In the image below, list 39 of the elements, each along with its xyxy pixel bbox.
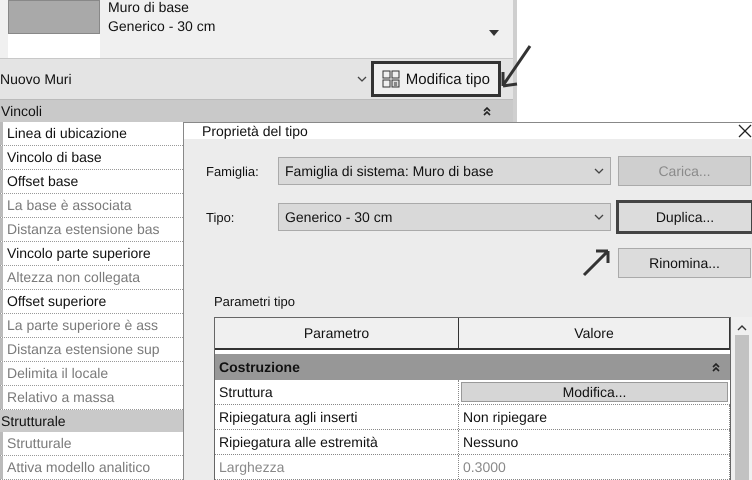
parameter-cell: Larghezza bbox=[215, 455, 459, 479]
field-label: Tipo: bbox=[206, 210, 236, 224]
group-title: Strutturale bbox=[1, 413, 66, 429]
dialog-button[interactable]: Duplica... bbox=[616, 200, 752, 234]
type-select[interactable]: Famiglia di sistema: Muro di base bbox=[278, 157, 611, 185]
group-title: Costruzione bbox=[219, 359, 300, 375]
group-title: Vincoli bbox=[1, 103, 42, 119]
dropdown-icon[interactable] bbox=[489, 30, 499, 36]
chevron-down-icon[interactable] bbox=[356, 76, 367, 82]
group-header[interactable]: Vincoli bbox=[0, 100, 513, 122]
arrow-icon bbox=[581, 248, 611, 278]
grid-icon bbox=[382, 70, 400, 88]
parameter-cell: Struttura bbox=[215, 380, 459, 404]
field-label: Famiglia: bbox=[206, 164, 260, 178]
scroll-up-icon[interactable] bbox=[737, 325, 748, 331]
column-header[interactable]: Parametro bbox=[215, 318, 459, 348]
parameter-cell: Ripiegatura agli inserti bbox=[215, 405, 459, 429]
chevron-down-icon[interactable] bbox=[594, 214, 604, 220]
column-header[interactable]: Valore bbox=[459, 318, 730, 348]
dialog-title: Proprietà del tipo bbox=[202, 123, 308, 139]
scrollbar[interactable] bbox=[731, 317, 752, 480]
arrow-icon bbox=[500, 44, 532, 90]
group-header[interactable]: Costruzione bbox=[215, 354, 730, 380]
close-icon[interactable] bbox=[738, 124, 752, 138]
rename-button[interactable]: Rinomina... bbox=[618, 248, 751, 278]
edit-button[interactable]: Modifica... bbox=[461, 382, 728, 402]
section-label: Parametri tipo bbox=[214, 294, 296, 309]
parameter-cell: Ripiegatura alle estremità bbox=[215, 430, 459, 454]
value-cell: 0.3000 bbox=[459, 455, 730, 479]
edit-type-button[interactable]: Modifica tipo bbox=[370, 61, 501, 97]
value-cell: Non ripiegare bbox=[459, 405, 730, 429]
family-name: Muro di base bbox=[108, 0, 190, 17]
type-name: Generico - 30 cm bbox=[108, 17, 216, 36]
collapse-icon[interactable] bbox=[483, 106, 491, 116]
value-cell: Nessuno bbox=[459, 430, 730, 454]
collapse-icon[interactable] bbox=[712, 362, 720, 372]
type-select[interactable]: Generico - 30 cm bbox=[278, 203, 611, 231]
instance-dropdown[interactable]: Nuovo Muri bbox=[0, 71, 371, 87]
chevron-down-icon[interactable] bbox=[594, 168, 604, 174]
